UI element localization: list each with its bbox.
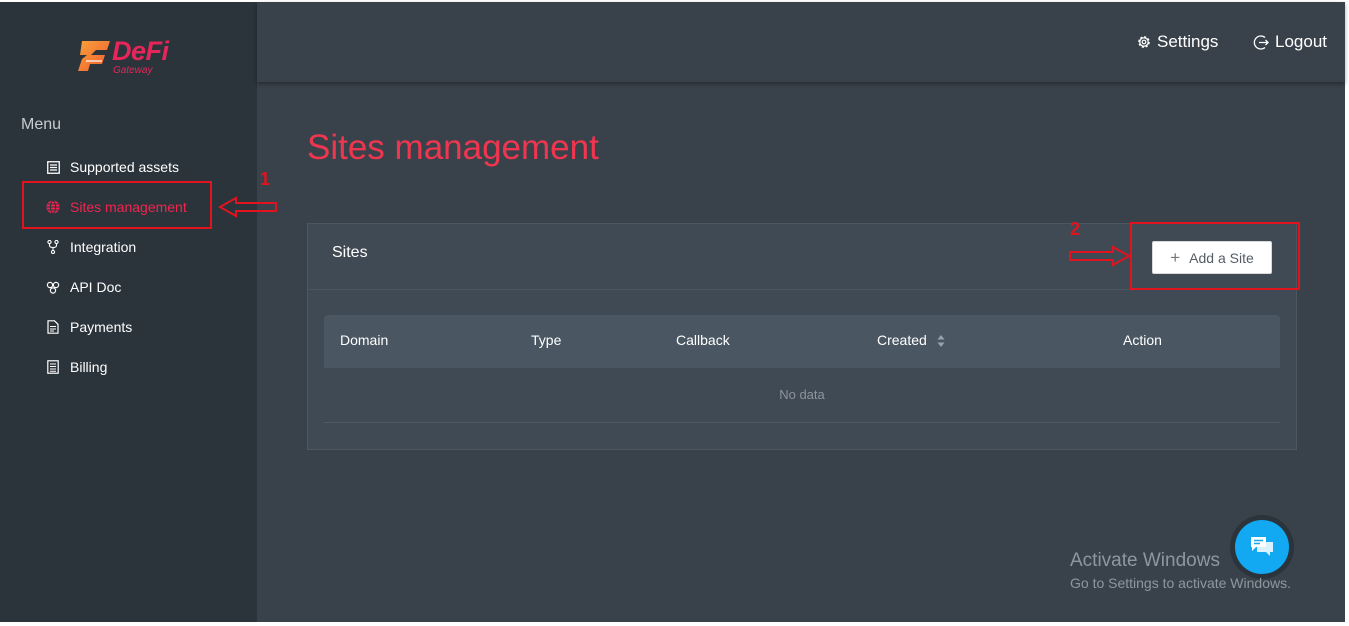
logo-subtitle: Gateway xyxy=(113,65,153,76)
column-header-type: Type xyxy=(531,332,562,348)
top-bar: Settings Logout xyxy=(257,2,1345,82)
document-icon xyxy=(46,320,60,334)
column-header-created[interactable]: Created xyxy=(877,332,927,348)
sidebar-item-payments[interactable]: Payments xyxy=(46,317,132,337)
settings-link[interactable]: Settings xyxy=(1136,32,1218,52)
logout-link[interactable]: Logout xyxy=(1253,32,1327,52)
column-header-action: Action xyxy=(1123,332,1162,348)
logo[interactable]: DeFi Gateway xyxy=(76,36,186,80)
annotation-marker-1: 1 xyxy=(260,169,271,189)
highlight-box-sites-management xyxy=(22,181,212,229)
logo-text: DeFi xyxy=(112,36,169,66)
sidebar-item-label: Payments xyxy=(70,319,133,335)
activate-windows-title: Activate Windows xyxy=(1070,550,1220,571)
sidebar-item-integration[interactable]: Integration xyxy=(46,237,136,257)
sidebar-item-label: Billing xyxy=(70,359,108,375)
billing-icon xyxy=(46,360,60,374)
annotation-arrow-left-icon xyxy=(218,196,277,218)
chat-button[interactable] xyxy=(1230,515,1294,579)
api-icon xyxy=(46,280,60,294)
annotation-arrow-right-icon xyxy=(1069,245,1131,267)
empty-state-text: No data xyxy=(779,387,825,402)
sidebar-item-label: Integration xyxy=(70,239,137,255)
table-body: No data xyxy=(324,368,1280,423)
sidebar-item-label: Supported assets xyxy=(70,159,179,175)
sort-icon[interactable] xyxy=(937,334,945,348)
menu-title: Menu xyxy=(21,116,62,133)
page-title: Sites management xyxy=(307,128,599,167)
chat-bubble-circle xyxy=(1235,520,1289,574)
sidebar-item-label: API Doc xyxy=(70,279,122,295)
list-icon xyxy=(46,160,60,174)
column-header-callback: Callback xyxy=(676,332,730,348)
highlight-box-add-site xyxy=(1130,222,1300,290)
fork-icon xyxy=(46,240,60,254)
app-window: DeFi Gateway Menu Supported assets Sites… xyxy=(0,2,1345,622)
table-header: Domain Type Callback Created Action xyxy=(324,315,1280,368)
activate-windows-subtitle: Go to Settings to activate Windows. xyxy=(1070,575,1291,591)
sidebar-item-billing[interactable]: Billing xyxy=(46,357,107,377)
sidebar-item-api-doc[interactable]: API Doc xyxy=(46,277,121,297)
gear-icon xyxy=(1138,36,1150,48)
sidebar: DeFi Gateway Menu Supported assets Sites… xyxy=(0,2,257,622)
sites-table: Domain Type Callback Created Action No d… xyxy=(324,315,1280,423)
logout-icon xyxy=(1253,34,1269,50)
column-header-domain: Domain xyxy=(340,332,389,348)
sidebar-item-supported-assets[interactable]: Supported assets xyxy=(46,157,179,177)
card-title: Sites xyxy=(332,244,368,261)
annotation-marker-2: 2 xyxy=(1070,219,1081,239)
chat-icon xyxy=(1251,537,1273,556)
logout-label: Logout xyxy=(1275,32,1327,51)
settings-label: Settings xyxy=(1157,32,1219,51)
logo-mark-icon xyxy=(78,41,110,71)
